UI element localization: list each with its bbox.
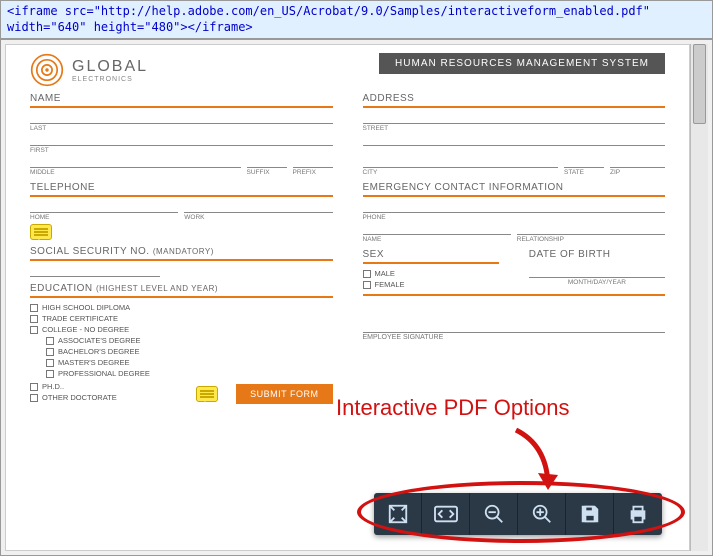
section-dob: DATE OF BIRTH (529, 249, 665, 262)
section-name: NAME (30, 93, 333, 108)
input-suffix[interactable]: SUFFIX (247, 157, 287, 176)
chk-mast[interactable]: MASTER'S DEGREE (46, 358, 333, 367)
comment-note-icon-2[interactable] (196, 386, 218, 402)
chk-assoc[interactable]: ASSOCIATE'S DEGREE (46, 336, 333, 345)
input-home-phone[interactable]: HOME (30, 202, 178, 221)
chk-prof[interactable]: PROFESSIONAL DEGREE (46, 369, 333, 378)
input-emerg-rel[interactable]: RELATIONSHIP (517, 224, 665, 243)
logo-icon (30, 53, 64, 87)
chk-male[interactable]: MALE (363, 269, 499, 278)
company-logo: GLOBAL ELECTRONICS (30, 53, 148, 87)
input-emerg-name[interactable]: NAME (363, 224, 511, 243)
chk-college[interactable]: COLLEGE - NO DEGREE (30, 325, 333, 334)
input-last[interactable]: LAST (30, 113, 333, 132)
input-dob[interactable]: MONTH/DAY/YEAR (529, 267, 665, 286)
input-street[interactable]: STREET (363, 113, 666, 132)
hr-banner: HUMAN RESOURCES MANAGEMENT SYSTEM (379, 53, 665, 74)
input-state[interactable]: STATE (564, 157, 604, 176)
chk-hs[interactable]: HIGH SCHOOL DIPLOMA (30, 303, 333, 312)
pdf-viewer: GLOBAL ELECTRONICS HUMAN RESOURCES MANAG… (0, 39, 713, 556)
chk-phd[interactable]: PH.D.. (30, 382, 117, 391)
iframe-code-snippet: <iframe src="http://help.adobe.com/en_US… (0, 0, 713, 39)
chk-female[interactable]: FEMALE (363, 280, 499, 289)
input-zip[interactable]: ZIP (610, 157, 665, 176)
pdf-page: GLOBAL ELECTRONICS HUMAN RESOURCES MANAG… (5, 44, 690, 551)
chk-other[interactable]: OTHER DOCTORATE (30, 393, 117, 402)
chk-bach[interactable]: BACHELOR'S DEGREE (46, 347, 333, 356)
submit-button[interactable]: SUBMIT FORM (236, 384, 332, 404)
annotation-arrow-icon (506, 425, 566, 505)
section-education: EDUCATION (HIGHEST LEVEL AND YEAR) (30, 283, 333, 298)
section-address: ADDRESS (363, 93, 666, 108)
section-ssn: SOCIAL SECURITY NO. (MANDATORY) (30, 246, 333, 261)
input-ssn[interactable] (30, 266, 160, 277)
input-work-phone[interactable]: WORK (184, 202, 332, 221)
input-middle[interactable]: MIDDLE (30, 157, 241, 176)
input-emerg-phone[interactable]: PHONE (363, 202, 666, 221)
vertical-scrollbar[interactable] (690, 44, 708, 551)
chk-trade[interactable]: TRADE CERTIFICATE (30, 314, 333, 323)
logo-brand: GLOBAL (72, 58, 148, 76)
section-sex: SEX (363, 249, 499, 264)
section-emergency: EMERGENCY CONTACT INFORMATION (363, 182, 666, 197)
save-button[interactable] (566, 493, 614, 535)
annotation-label: Interactive PDF Options (336, 395, 570, 421)
scroll-thumb[interactable] (693, 44, 706, 124)
section-telephone: TELEPHONE (30, 182, 333, 197)
fit-page-button[interactable] (374, 493, 422, 535)
signature-label: EMPLOYEE SIGNATURE (363, 334, 666, 341)
comment-note-icon[interactable] (30, 224, 52, 240)
signature-line[interactable] (363, 311, 666, 333)
input-street2[interactable] (363, 135, 666, 154)
page-nav-button[interactable] (422, 493, 470, 535)
input-city[interactable]: CITY (363, 157, 559, 176)
print-button[interactable] (614, 493, 662, 535)
input-prefix[interactable]: PREFIX (293, 157, 333, 176)
logo-sub: ELECTRONICS (72, 76, 148, 83)
input-first[interactable]: FIRST (30, 135, 333, 154)
